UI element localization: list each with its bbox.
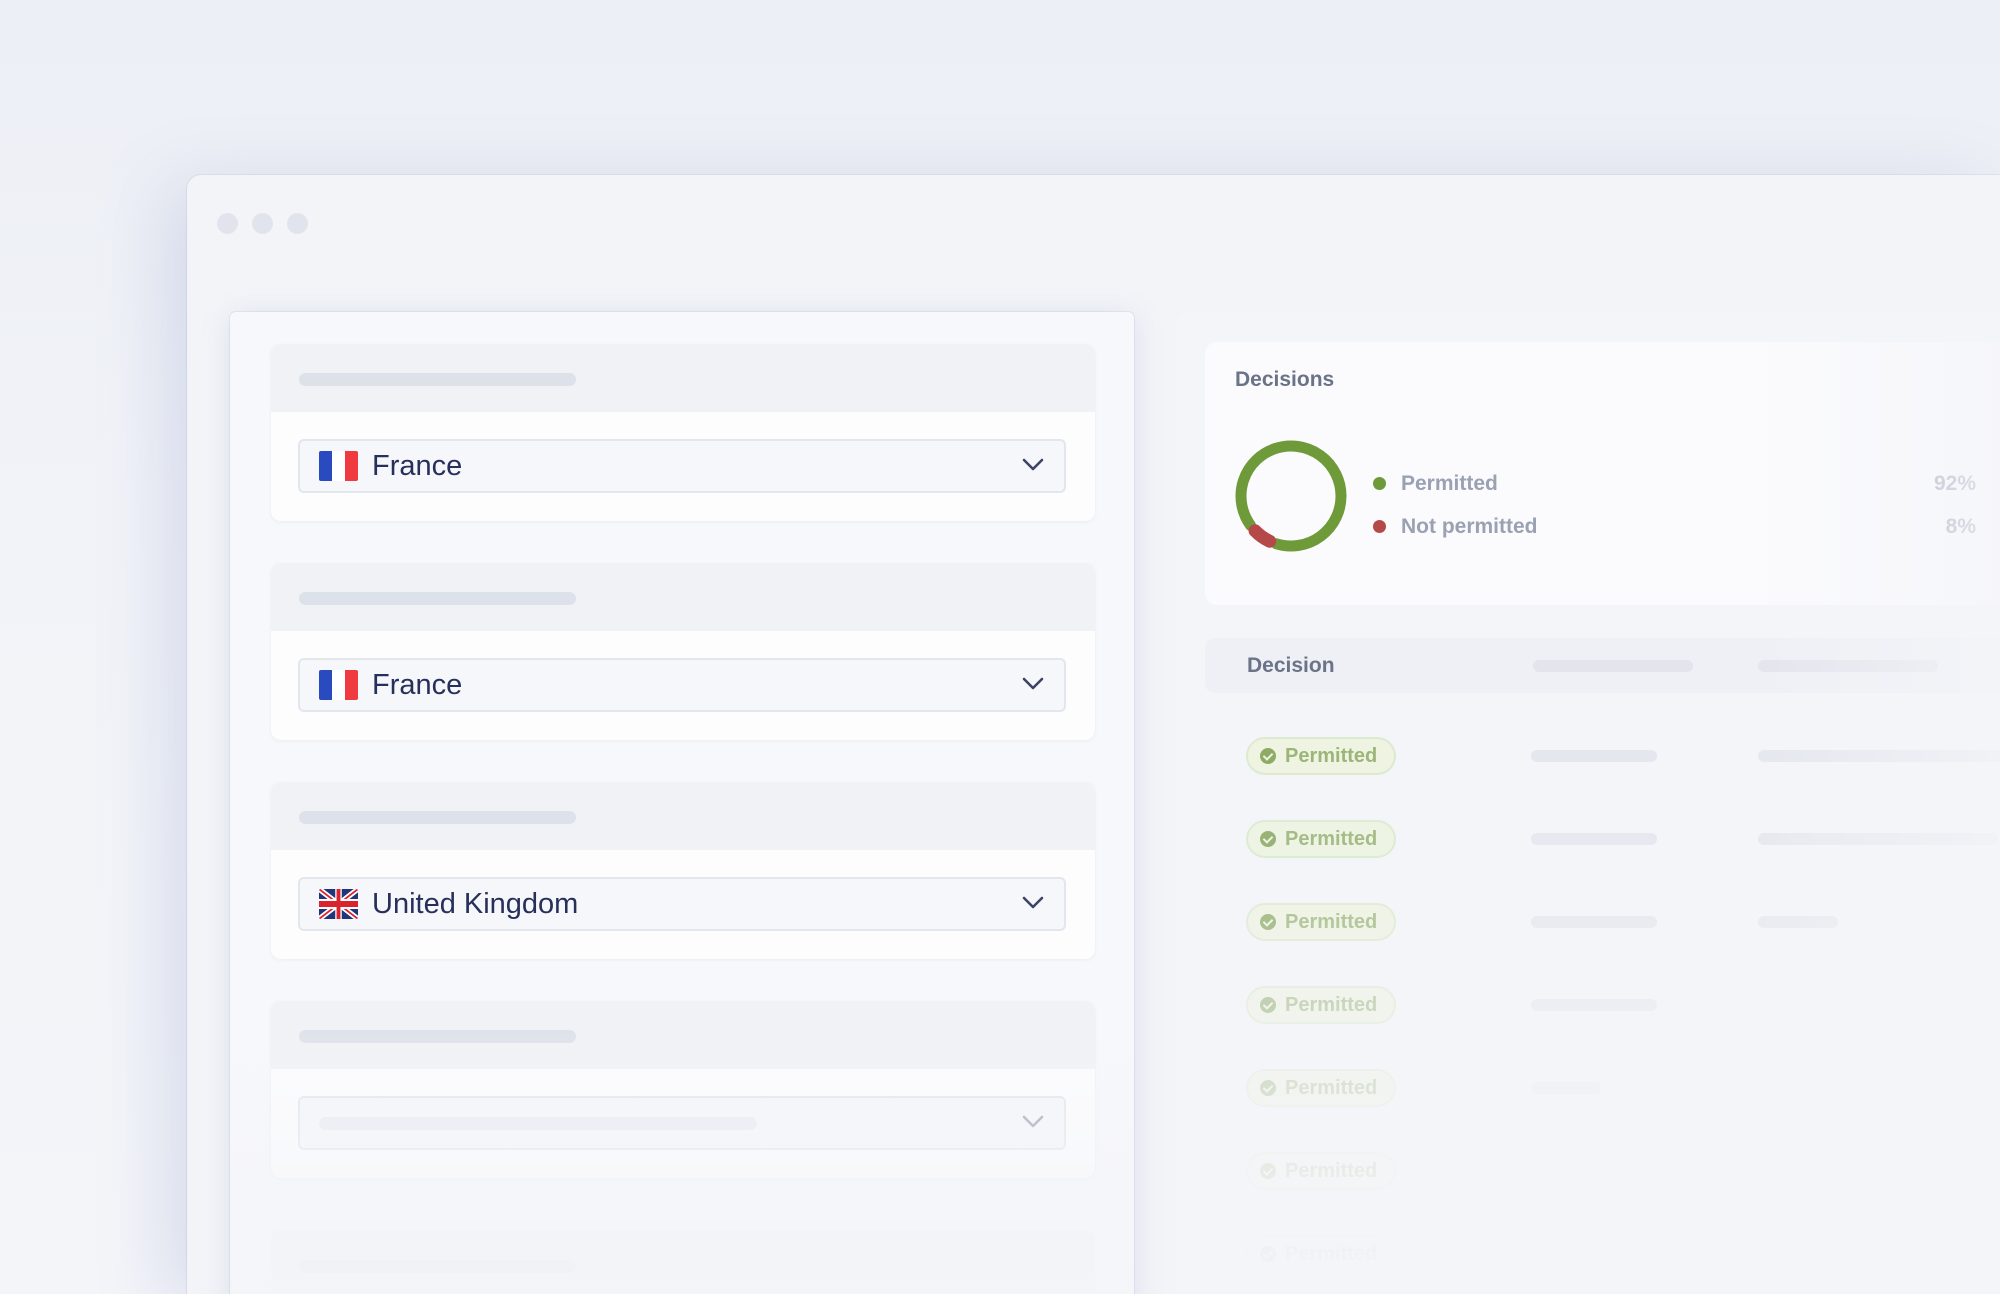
column-header-placeholder [1758, 660, 1938, 672]
form-field-card: France [271, 344, 1095, 521]
country-select[interactable]: France [298, 658, 1066, 712]
cell-placeholder [1531, 1082, 1601, 1094]
cell-placeholder [1758, 833, 1998, 845]
legend-value: 92% [1933, 471, 1976, 495]
window-controls [217, 213, 308, 234]
minimize-window-dot[interactable] [252, 213, 273, 234]
maximize-window-dot[interactable] [287, 213, 308, 234]
cell-placeholder [1531, 750, 1657, 762]
table-row[interactable]: Permitted [1205, 1141, 2000, 1203]
country-select[interactable]: United Kingdom [298, 877, 1066, 931]
check-circle-icon [1260, 1246, 1276, 1262]
field-label-placeholder [271, 563, 1095, 631]
cell-placeholder [1758, 916, 1838, 928]
france-flag-icon [319, 451, 358, 481]
form-field-card [271, 1230, 1095, 1294]
chevron-down-icon [1022, 1115, 1044, 1128]
close-window-dot[interactable] [217, 213, 238, 234]
status-badge-label: Permitted [1285, 910, 1378, 933]
table-row[interactable]: Permitted [1205, 1224, 2000, 1286]
status-badge: Permitted [1246, 1235, 1396, 1273]
chevron-down-icon [1022, 896, 1044, 909]
select-value: France [372, 668, 463, 701]
cell-placeholder [1758, 750, 2000, 762]
status-badge-label: Permitted [1285, 1242, 1378, 1265]
status-badge-label: Permitted [1285, 993, 1378, 1016]
select-value: United Kingdom [372, 887, 579, 920]
legend-item-not-permitted: Not permitted 8% [1373, 505, 1976, 548]
status-badge: Permitted [1246, 737, 1396, 775]
results-panel: Decisions Permitted 92% Not permitted 8%… [1176, 312, 2000, 1294]
column-header-decision[interactable]: Decision [1247, 654, 1335, 678]
country-select[interactable]: France [298, 439, 1066, 493]
chart-title: Decisions [1235, 368, 1335, 391]
legend-label: Permitted [1401, 471, 1498, 495]
united-kingdom-flag-icon [319, 889, 358, 919]
table-row[interactable]: Permitted [1205, 726, 2000, 788]
select-value: France [372, 449, 463, 482]
table-row[interactable]: Permitted [1205, 1058, 2000, 1120]
form-panel: France France United Kingdom [230, 312, 1134, 1294]
chart-legend: Permitted 92% Not permitted 8% [1373, 462, 1976, 548]
check-circle-icon [1260, 997, 1276, 1013]
cell-placeholder [1531, 999, 1657, 1011]
table-row[interactable]: Permitted [1205, 975, 2000, 1037]
app-window: France France United Kingdom Decisions P… [187, 175, 2000, 1294]
column-header-placeholder [1533, 660, 1693, 672]
table-row[interactable]: Permitted [1205, 892, 2000, 954]
form-field-card: United Kingdom [271, 782, 1095, 959]
status-badge: Permitted [1246, 903, 1396, 941]
cell-placeholder [1531, 916, 1657, 928]
empty-select[interactable] [298, 1096, 1066, 1150]
cell-placeholder [1531, 833, 1657, 845]
check-circle-icon [1260, 1163, 1276, 1179]
select-placeholder [319, 1116, 757, 1130]
check-circle-icon [1260, 1080, 1276, 1096]
field-label-placeholder [271, 1001, 1095, 1069]
decisions-chart-card: Decisions Permitted 92% Not permitted 8% [1205, 342, 2000, 605]
legend-value: 8% [1945, 514, 1976, 538]
decisions-donut-chart [1235, 440, 1347, 552]
status-badge-label: Permitted [1285, 1076, 1378, 1099]
status-badge: Permitted [1246, 1152, 1396, 1190]
permitted-dot-icon [1373, 477, 1386, 490]
status-badge: Permitted [1246, 1069, 1396, 1107]
status-badge: Permitted [1246, 986, 1396, 1024]
legend-item-permitted: Permitted 92% [1373, 462, 1976, 505]
table-header: Decision [1205, 638, 2000, 693]
check-circle-icon [1260, 914, 1276, 930]
not-permitted-dot-icon [1373, 520, 1386, 533]
status-badge-label: Permitted [1285, 1159, 1378, 1182]
form-field-card: France [271, 563, 1095, 740]
status-badge-label: Permitted [1285, 744, 1378, 767]
field-label-placeholder [271, 782, 1095, 850]
chevron-down-icon [1022, 458, 1044, 471]
check-circle-icon [1260, 831, 1276, 847]
chevron-down-icon [1022, 677, 1044, 690]
legend-label: Not permitted [1401, 514, 1538, 538]
field-label-placeholder [271, 344, 1095, 412]
status-badge: Permitted [1246, 820, 1396, 858]
france-flag-icon [319, 670, 358, 700]
status-badge-label: Permitted [1285, 827, 1378, 850]
donut-slice-not-permitted[interactable] [1248, 524, 1277, 548]
table-row[interactable]: Permitted [1205, 809, 2000, 871]
check-circle-icon [1260, 748, 1276, 764]
form-field-card [271, 1001, 1095, 1178]
